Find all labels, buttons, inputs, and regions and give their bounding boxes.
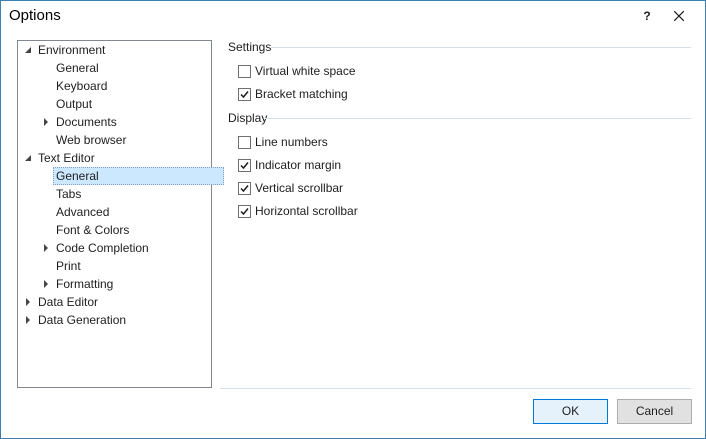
checkmark-icon xyxy=(240,185,249,193)
ok-button[interactable]: OK xyxy=(533,399,608,424)
checkbox-box xyxy=(238,88,251,101)
collapsed-arrow-icon xyxy=(26,298,30,306)
cancel-button[interactable]: Cancel xyxy=(617,399,692,424)
tree-node-label: Tabs xyxy=(56,187,82,201)
tree-node-label: Web browser xyxy=(56,133,127,147)
tree-node-code-completion[interactable]: Code Completion xyxy=(18,239,209,257)
tree-node-label: Code Completion xyxy=(56,241,149,255)
checkbox-label: Virtual white space xyxy=(255,64,356,78)
tree-node-print[interactable]: Print xyxy=(18,257,209,275)
collapsed-arrow-icon xyxy=(44,118,48,126)
checkbox-box xyxy=(238,136,251,149)
settings-section-title: Settings xyxy=(228,40,272,54)
indicator-margin-checkbox[interactable]: Indicator margin xyxy=(238,157,438,175)
tree-node-label: Advanced xyxy=(56,205,110,219)
bracket-matching-checkbox[interactable]: Bracket matching xyxy=(238,86,438,104)
tree-node-web-browser[interactable]: Web browser xyxy=(18,131,209,149)
tree-node-label: General xyxy=(56,61,99,75)
tree-node-label: Documents xyxy=(56,115,117,129)
tree-node-advanced[interactable]: Advanced xyxy=(18,203,209,221)
options-dialog: Options ? Environment General Keyboard O… xyxy=(0,0,706,439)
checkmark-icon xyxy=(240,208,249,216)
tree-node-label: Text Editor xyxy=(38,151,95,165)
tree-node-text-editor[interactable]: Text Editor xyxy=(18,149,209,167)
options-tree[interactable]: Environment General Keyboard Output Docu… xyxy=(17,40,224,388)
tree-node-label: General xyxy=(53,167,224,185)
collapsed-arrow-icon xyxy=(44,280,48,288)
title-bar[interactable]: Options ? xyxy=(1,1,705,32)
display-section-title: Display xyxy=(228,111,268,125)
collapsed-arrow-icon xyxy=(44,244,48,252)
tree-node-environment[interactable]: Environment xyxy=(18,41,209,59)
tree-node-label: Data Generation xyxy=(38,313,127,327)
tree-node-tabs[interactable]: Tabs xyxy=(18,185,209,203)
checkbox-label: Horizontal scrollbar xyxy=(255,204,358,218)
virtual-white-space-checkbox[interactable]: Virtual white space xyxy=(238,63,438,81)
display-separator xyxy=(265,118,691,119)
settings-separator xyxy=(271,47,691,48)
expanded-arrow-icon xyxy=(25,47,31,53)
tree-node-documents[interactable]: Documents xyxy=(18,113,209,131)
collapsed-arrow-icon xyxy=(26,316,30,324)
tree-node-label: Keyboard xyxy=(56,79,108,93)
checkbox-box xyxy=(238,159,251,172)
tree-node-formatting[interactable]: Formatting xyxy=(18,275,209,293)
footer-separator xyxy=(220,388,691,389)
help-button[interactable]: ? xyxy=(637,4,657,28)
expanded-arrow-icon xyxy=(25,155,31,161)
tree-node-data-generation[interactable]: Data Generation xyxy=(18,311,209,329)
checkbox-label: Line numbers xyxy=(255,135,328,149)
line-numbers-checkbox[interactable]: Line numbers xyxy=(238,134,438,152)
dialog-title: Options xyxy=(9,7,61,24)
checkbox-label: Indicator margin xyxy=(255,158,342,172)
close-icon xyxy=(674,11,684,21)
checkmark-icon xyxy=(240,91,249,99)
close-button[interactable] xyxy=(661,4,697,28)
tree-node-label: Font & Colors xyxy=(56,223,130,237)
horizontal-scrollbar-checkbox[interactable]: Horizontal scrollbar xyxy=(238,203,438,221)
tree-node-label: Formatting xyxy=(56,277,114,291)
tree-node-label: Environment xyxy=(38,43,106,57)
tree-node-label: Data Editor xyxy=(38,295,99,309)
checkmark-icon xyxy=(240,162,249,170)
tree-node-environment-general[interactable]: General xyxy=(18,59,209,77)
tree-node-label: Print xyxy=(56,259,81,273)
tree-node-label: Output xyxy=(56,97,93,111)
tree-node-data-editor[interactable]: Data Editor xyxy=(18,293,209,311)
tree-node-output[interactable]: Output xyxy=(18,95,209,113)
checkbox-box xyxy=(238,205,251,218)
checkbox-box xyxy=(238,65,251,78)
checkbox-label: Vertical scrollbar xyxy=(255,181,344,195)
vertical-scrollbar-checkbox[interactable]: Vertical scrollbar xyxy=(238,180,438,198)
tree-node-text-editor-general[interactable]: General xyxy=(18,167,224,185)
checkbox-box xyxy=(238,182,251,195)
tree-node-font-colors[interactable]: Font & Colors xyxy=(18,221,209,239)
tree-node-keyboard[interactable]: Keyboard xyxy=(18,77,209,95)
checkbox-label: Bracket matching xyxy=(255,87,348,101)
